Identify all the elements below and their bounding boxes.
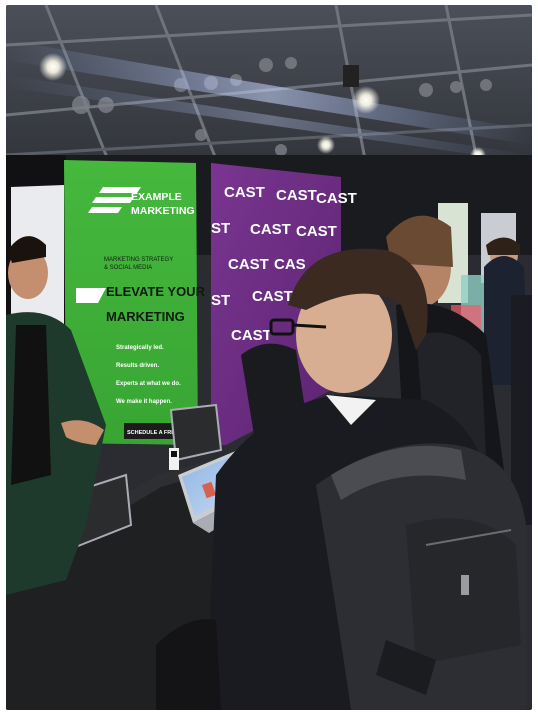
cast-word: CAST	[316, 190, 357, 207]
cast-word: ST	[211, 220, 230, 237]
backpack	[316, 443, 526, 710]
cast-word: CAST	[228, 256, 269, 273]
tagline: & SOCIAL MEDIA	[104, 265, 152, 271]
bullet: We make it happen.	[116, 399, 172, 405]
tagline: MARKETING STRATEGY	[104, 257, 173, 263]
bullet: Strategically led.	[116, 345, 164, 351]
cast-word: CAST	[296, 223, 337, 240]
cast-word: CAST	[224, 184, 265, 201]
cast-word: CAST	[252, 288, 293, 305]
bullet: Results driven.	[116, 363, 159, 369]
cast-word: CAST	[250, 221, 291, 238]
bullet: Experts at what we do.	[116, 381, 181, 387]
cast-word: CAST	[276, 187, 317, 204]
cast-word: ST	[211, 292, 230, 309]
trade-show-photo: EXAMPLE MARKETING MARKETING STRATEGY & S…	[6, 5, 532, 710]
brand-name: MARKETING	[131, 205, 195, 217]
zipper-pull	[461, 575, 469, 595]
headline: ELEVATE YOUR	[106, 284, 206, 299]
headline: MARKETING	[106, 309, 185, 324]
photo-frame: EXAMPLE MARKETING MARKETING STRATEGY & S…	[6, 5, 532, 710]
brand-name: EXAMPLE	[131, 191, 182, 203]
cast-word: CAST	[231, 327, 272, 344]
cast-word: CAS	[274, 256, 306, 273]
